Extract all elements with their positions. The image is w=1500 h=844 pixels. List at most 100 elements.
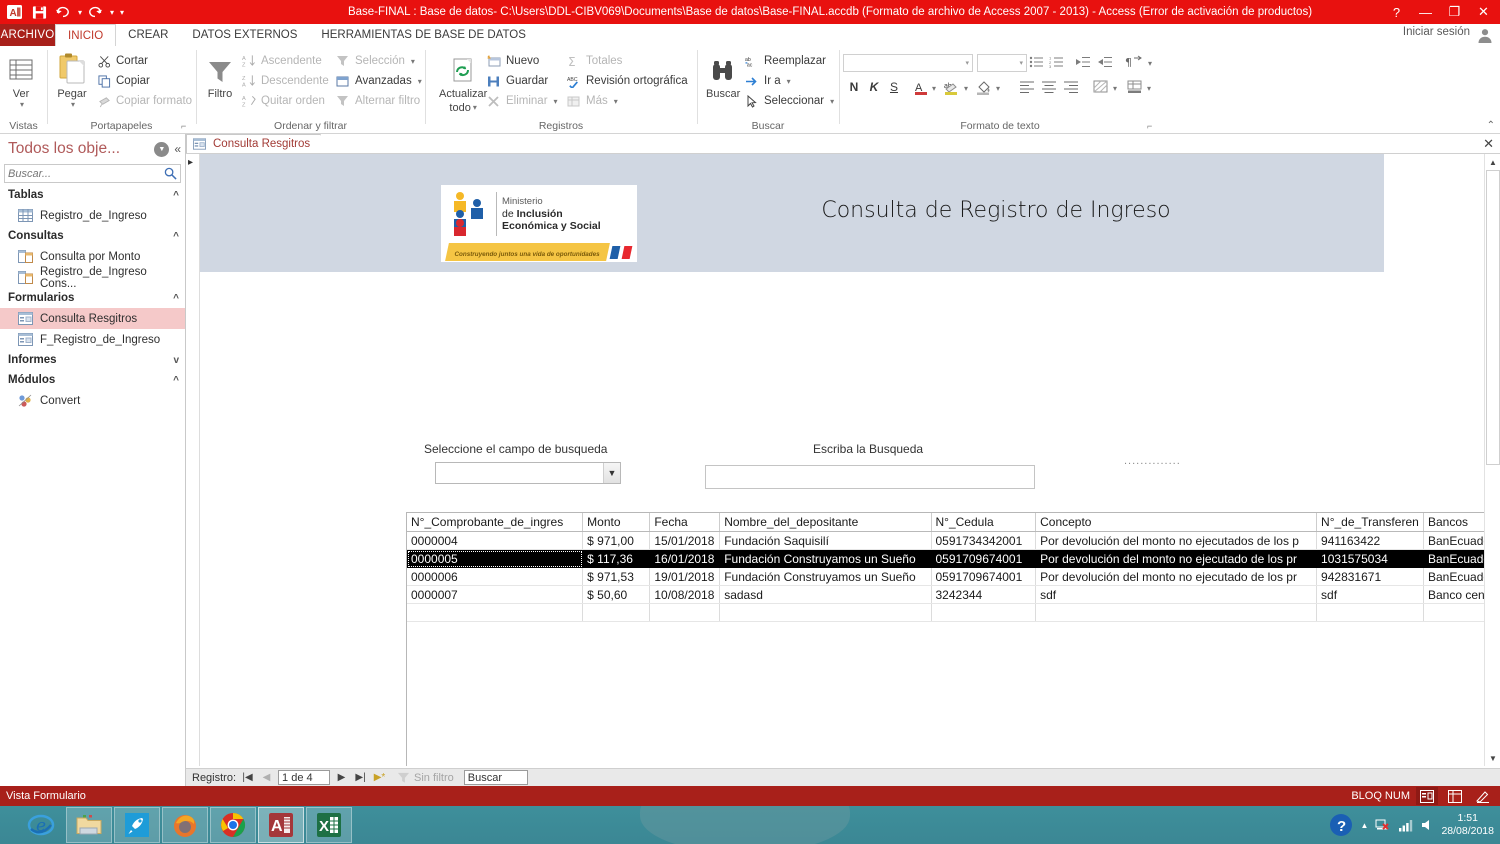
cell-fecha[interactable]: 19/01/2018 [649,567,721,586]
cell-nombre[interactable]: Fundación Construyamos un Sueño [719,567,932,586]
navigation-search-box[interactable] [4,164,181,183]
alternate-row-caret-icon[interactable]: ▾ [1113,84,1117,93]
signin-label[interactable]: Iniciar sesión [1403,26,1470,38]
ir-a-caret-icon[interactable]: ▾ [787,77,791,86]
cell-monto[interactable]: $ 971,00 [582,531,651,550]
italic-button[interactable]: K [866,80,882,94]
nav-group-informes[interactable]: Informes v [0,350,185,370]
tab-datos-externos[interactable]: DATOS EXTERNOS [180,24,309,46]
revision-ortografica-button[interactable]: ABC Revisión ortográfica [566,74,688,88]
chrome-icon[interactable] [210,807,256,843]
tab-crear[interactable]: CREAR [116,24,180,46]
chevron-up-icon[interactable]: ^ [173,375,179,386]
help-button[interactable]: ? [1382,1,1411,23]
cell-comprobante[interactable]: 0000006 [407,567,584,586]
align-center-icon[interactable] [1040,80,1058,93]
cell-comprobante[interactable]: 0000004 [407,531,584,550]
font-family-select[interactable]: ▾ [843,54,973,72]
form-view-icon[interactable] [1416,787,1438,805]
font-family-caret-icon[interactable]: ▾ [965,59,972,67]
nav-item-consulta-resgitros[interactable]: Consulta Resgitros [0,308,185,329]
pegar-caret-icon[interactable]: ▾ [71,100,75,109]
network-error-icon[interactable] [1375,818,1391,832]
column-header-cedula[interactable]: N°_Cedula [931,513,1037,532]
column-header-comprobante[interactable]: N°_Comprobante_de_ingres [407,513,584,532]
access-icon[interactable]: A [258,807,304,843]
column-header-transferencia[interactable]: N°_de_Transferen [1316,513,1424,532]
cell-concepto[interactable]: sdf [1035,585,1318,604]
gridlines-caret-icon[interactable]: ▾ [1147,84,1151,93]
cortar-button[interactable]: Cortar [96,54,148,68]
chevron-up-icon[interactable]: ^ [173,190,179,201]
cell-concepto[interactable]: Por devolución del monto no ejecutados d… [1035,531,1318,550]
cell-concepto[interactable]: Por devolución del monto no ejecutado de… [1035,549,1318,568]
ver-button[interactable]: Ver ▾ [6,50,36,109]
numbered-list-icon[interactable]: 123 [1048,55,1064,69]
save-icon[interactable] [28,2,50,22]
datasheet-view-icon[interactable] [1444,787,1466,805]
tab-inicio[interactable]: INICIO [55,24,117,46]
nav-group-modulos[interactable]: Módulos ^ [0,370,185,390]
file-explorer-icon[interactable] [66,807,112,843]
close-document-icon[interactable]: ✕ [1483,136,1494,152]
record-position-input[interactable]: 1 de 4 [278,770,331,785]
excel-icon[interactable]: X [306,807,352,843]
cell-nombre[interactable]: Fundación Saquisilí [719,531,932,550]
nav-group-consultas[interactable]: Consultas ^ [0,226,185,246]
cell-concepto[interactable]: Por devolución del monto no ejecutado de… [1035,567,1318,586]
nav-group-tablas[interactable]: Tablas ^ [0,185,185,205]
undo-caret-icon[interactable]: ▾ [78,8,82,17]
formato-dialog-launcher-icon[interactable]: ⌐ [1147,121,1158,132]
chevron-down-icon[interactable]: ▼ [603,463,620,483]
redo-icon[interactable] [84,2,106,22]
nav-item-consulta-por-monto[interactable]: Consulta por Monto [0,246,185,267]
taskbar-clock[interactable]: 1:51 28/08/2018 [1441,812,1494,838]
increase-indent-icon[interactable] [1096,55,1114,69]
nav-item-registro-de-ingreso-cons[interactable]: Registro_de_Ingreso Cons... [0,266,185,290]
cell-cedula[interactable]: 0591709674001 [931,549,1037,568]
navigation-search-input[interactable] [8,167,164,180]
pegar-button[interactable]: Pegar ▾ [56,50,88,109]
column-header-monto[interactable]: Monto [582,513,651,532]
buscar-button[interactable]: Buscar [706,50,740,100]
actualizar-todo-button[interactable]: Actualizar todo ▾ [439,50,487,114]
cell-transferencia[interactable]: sdf [1316,585,1424,604]
fill-color-icon[interactable] [976,80,992,95]
cell-monto[interactable]: $ 971,53 [582,567,651,586]
cell-comprobante[interactable]: 0000005 [407,549,584,568]
cell-transferencia[interactable]: 942831671 [1316,567,1424,586]
decrease-indent-icon[interactable] [1074,55,1092,69]
cell-monto[interactable]: $ 50,60 [582,585,651,604]
copiar-button[interactable]: Copiar [96,74,150,88]
previous-record-button[interactable]: ◀ [259,770,274,785]
bold-button[interactable]: N [846,80,862,94]
font-color-icon[interactable]: A [914,80,928,95]
customize-qat-icon[interactable]: ▾ [120,8,124,17]
search-field-select[interactable]: ▼ [435,462,621,484]
nuevo-button[interactable]: Nuevo [486,54,539,68]
nav-item-f-registro-de-ingreso[interactable]: F_Registro_de_Ingreso [0,329,185,350]
navigation-pane-dropdown-icon[interactable]: ▼ [154,141,170,157]
rocket-app-icon[interactable] [114,807,160,843]
cell-comprobante[interactable]: 0000007 [407,585,584,604]
cell-transferencia[interactable]: 1031575034 [1316,549,1424,568]
show-hidden-icons-icon[interactable]: ▲ [1361,821,1369,830]
nav-item-registro-de-ingreso[interactable]: Registro_de_Ingreso [0,205,185,226]
last-record-button[interactable]: ▶| [353,770,368,785]
volume-icon[interactable] [1420,818,1434,832]
seleccionar-caret-icon[interactable]: ▾ [830,97,834,106]
highlight-icon[interactable]: ab [944,80,960,95]
cell-transferencia[interactable]: 941163422 [1316,531,1424,550]
redo-caret-icon[interactable]: ▾ [110,8,114,17]
scroll-up-icon[interactable]: ▲ [1485,154,1500,170]
column-header-nombre[interactable]: Nombre_del_depositante [719,513,932,532]
avanzadas-button[interactable]: Avanzadas ▾ [335,74,422,88]
text-direction-caret-icon[interactable]: ▾ [1148,59,1152,68]
cell-cedula[interactable]: 0591734342001 [931,531,1037,550]
vertical-scroll-thumb[interactable] [1486,170,1500,465]
cell-nombre[interactable]: Fundación Construyamos un Sueño [719,549,932,568]
align-left-icon[interactable] [1018,80,1036,93]
table-row[interactable]: 0000006 $ 971,53 19/01/2018 Fundación Co… [407,567,1500,586]
new-record-button[interactable]: ▶* [372,770,387,785]
restore-button[interactable]: ❐ [1440,1,1469,23]
